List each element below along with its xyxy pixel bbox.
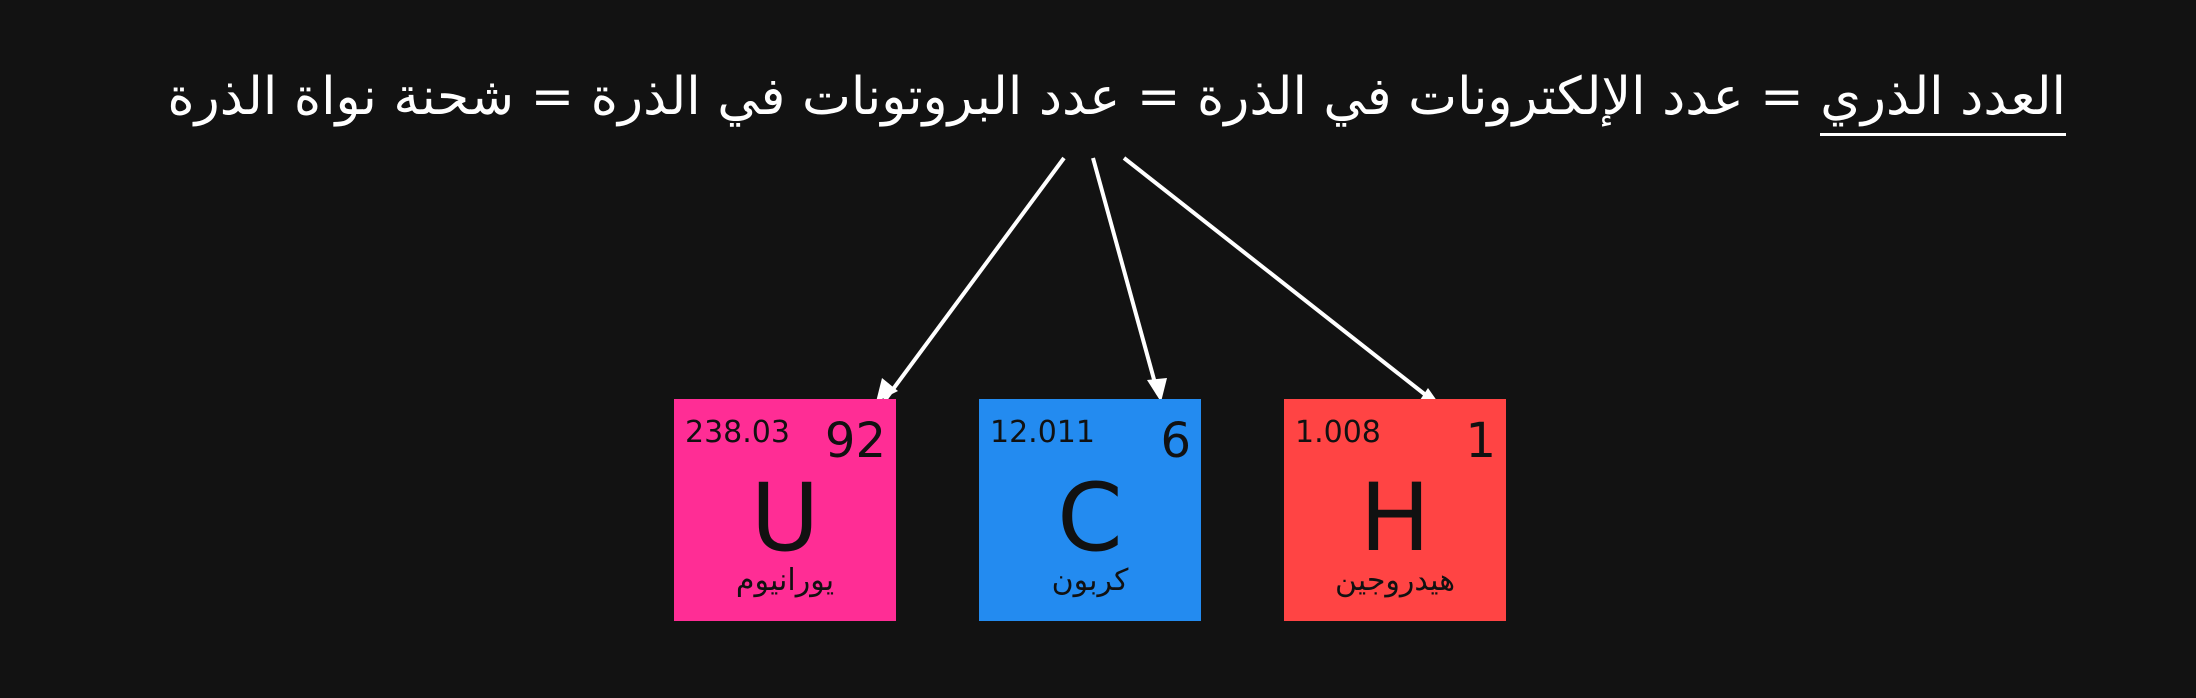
atomic-mass: 238.03 [685, 415, 790, 450]
arrow-to-uranium [883, 156, 1066, 402]
atomic-mass: 1.008 [1295, 415, 1381, 450]
arrow-to-carbon [1091, 157, 1160, 395]
element-name: يورانيوم [735, 563, 835, 598]
element-tile-hydrogen: 1.008 1 H هيدروجين [1284, 399, 1506, 621]
arrow-to-hydrogen [1122, 156, 1434, 402]
element-symbol: U [750, 464, 820, 573]
element-symbol: C [1057, 464, 1123, 573]
element-tile-carbon: 12.011 6 C كربون [979, 399, 1201, 621]
element-tile-uranium: 238.03 92 U يورانيوم [674, 399, 896, 621]
element-symbol: H [1359, 464, 1431, 573]
atomic-number: 6 [1160, 413, 1191, 469]
atomic-number: 1 [1465, 413, 1496, 469]
atomic-number: 92 [824, 413, 886, 469]
element-name: هيدروجين [1334, 563, 1456, 598]
diagram-canvas: العدد الذري = عدد الإلكترونات في الذرة =… [0, 0, 2196, 698]
atomic-mass: 12.011 [990, 415, 1095, 450]
element-name: كربون [1051, 563, 1129, 598]
